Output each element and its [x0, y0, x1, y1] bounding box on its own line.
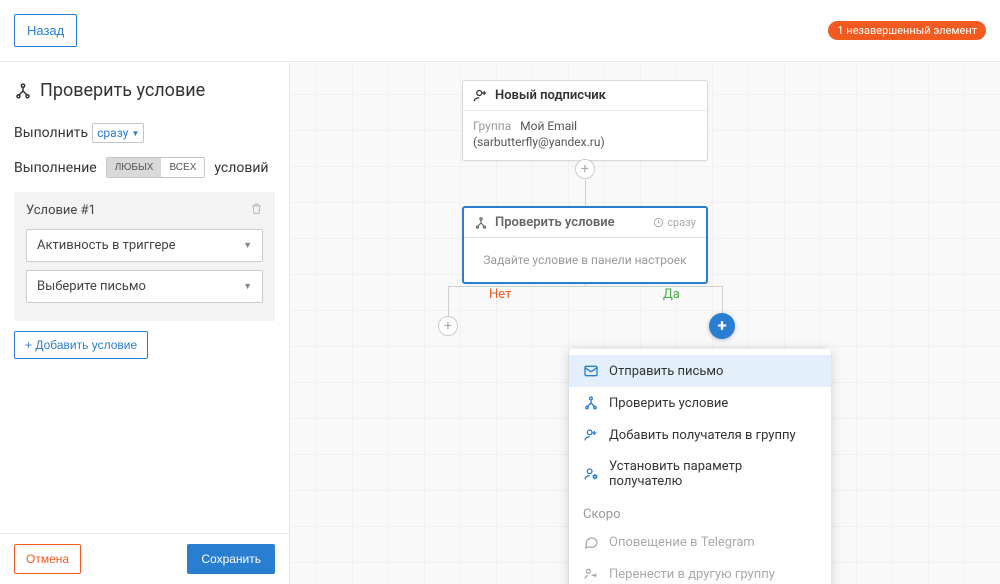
- condition-node-title: Проверить условие: [495, 215, 615, 230]
- user-gear-icon: [583, 466, 599, 482]
- sidebar-title: Проверить условие: [14, 80, 275, 101]
- branch-yes-label: Да: [663, 287, 680, 302]
- back-button[interactable]: Назад: [14, 14, 77, 47]
- menu-item-telegram: Оповещение в Telegram: [569, 526, 831, 558]
- chevron-down-icon: ▼: [243, 240, 252, 251]
- save-button[interactable]: Сохранить: [187, 544, 275, 574]
- menu-item-add-to-group[interactable]: Добавить получателя в группу: [569, 419, 831, 451]
- condition-node[interactable]: Проверить условие сразу Задайте условие …: [462, 206, 708, 284]
- add-step-button[interactable]: +: [575, 159, 595, 179]
- trash-icon: [250, 202, 263, 215]
- trigger-body: Группа Мой Email (sarbutterfly@yandex.ru…: [463, 111, 707, 160]
- new-subscriber-icon: [473, 88, 488, 103]
- split-icon: [14, 82, 32, 100]
- add-step-no-button[interactable]: +: [438, 316, 458, 336]
- chevron-down-icon: ▼: [243, 281, 252, 292]
- split-icon: [474, 216, 488, 230]
- trigger-title: Новый подписчик: [495, 88, 606, 103]
- sidebar-footer: Отмена Сохранить: [0, 533, 289, 584]
- settings-sidebar: Проверить условие Выполнить сразу ▼ Выпо…: [0, 62, 290, 584]
- menu-item-set-param[interactable]: Установить параметр получателю: [569, 451, 831, 497]
- menu-item-move-group: Перенести в другую группу: [569, 558, 831, 584]
- chat-icon: [583, 534, 599, 550]
- condition-label: Условие #1: [26, 203, 96, 218]
- menu-soon-label: Скоро: [569, 497, 831, 526]
- add-condition-button[interactable]: + Добавить условие: [14, 331, 148, 359]
- menu-item-send-email[interactable]: Отправить письмо: [569, 355, 831, 387]
- run-label: Выполнить: [14, 125, 88, 141]
- menu-item-check-condition[interactable]: Проверить условие: [569, 387, 831, 419]
- add-step-yes-button[interactable]: +: [709, 313, 735, 339]
- split-icon: [583, 395, 599, 411]
- mail-icon: [583, 363, 599, 379]
- match-mode-toggle: ЛЮБЫХ ВСЕХ: [106, 157, 206, 178]
- match-any-button[interactable]: ЛЮБЫХ: [107, 158, 162, 177]
- condition-type-select[interactable]: Активность в триггере ▼: [26, 229, 263, 262]
- user-plus-icon: [583, 427, 599, 443]
- connector-line: [722, 286, 723, 316]
- chevron-down-icon: ▼: [131, 129, 139, 138]
- trigger-node[interactable]: Новый подписчик Группа Мой Email (sarbut…: [462, 80, 708, 161]
- match-all-button[interactable]: ВСЕХ: [161, 158, 204, 177]
- condition-placeholder: Задайте условие в панели настроек: [464, 238, 706, 282]
- cancel-button[interactable]: Отмена: [14, 544, 81, 574]
- add-action-menu: Отправить письмо Проверить условие Добав…: [569, 349, 831, 584]
- delete-condition-button[interactable]: [250, 202, 263, 219]
- condition-1-box: Условие #1 Активность в триггере ▼ Выбер…: [14, 192, 275, 321]
- connector-line: [448, 286, 449, 316]
- topbar: Назад 1 незавершенный элемент: [0, 0, 1000, 62]
- warning-badge[interactable]: 1 незавершенный элемент: [828, 21, 986, 40]
- move-icon: [583, 566, 599, 582]
- match-suffix: условий: [214, 160, 268, 176]
- branch-no-label: Нет: [489, 287, 511, 302]
- clock-icon: [653, 217, 664, 228]
- match-prefix: Выполнение: [14, 160, 97, 176]
- condition-timing: сразу: [653, 216, 696, 229]
- condition-email-select[interactable]: Выберите письмо ▼: [26, 270, 263, 303]
- sidebar-title-text: Проверить условие: [40, 80, 205, 101]
- connector-line: [585, 180, 586, 206]
- run-timing-select[interactable]: сразу ▼: [92, 123, 144, 143]
- workflow-canvas[interactable]: Новый подписчик Группа Мой Email (sarbut…: [290, 62, 1000, 584]
